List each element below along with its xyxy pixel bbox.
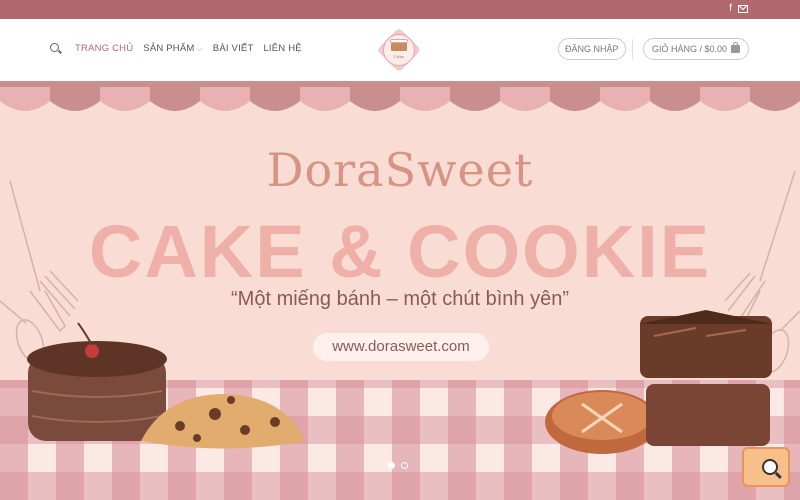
envelope-icon[interactable] xyxy=(738,5,748,13)
brownie-stack-illustration xyxy=(640,310,772,446)
nav-item-contact[interactable]: LIÊN HỆ xyxy=(263,43,301,54)
awning-scallop xyxy=(300,87,350,111)
awning-scallop xyxy=(350,87,400,111)
hero-url: www.dorasweet.com xyxy=(313,333,489,361)
awning-scallop xyxy=(100,87,150,111)
awning-scallop xyxy=(600,87,650,111)
search-doc-icon xyxy=(762,459,778,475)
cream-icon xyxy=(390,39,408,43)
awning-scallop xyxy=(50,87,100,111)
cart-label: GIỎ HÀNG / $0.00 xyxy=(652,44,728,54)
site-logo[interactable]: Cake xyxy=(376,27,422,73)
main-nav: TRANG CHỦ SẢN PHẨM ⌵ BÀI VIẾT LIÊN HỆ xyxy=(50,43,302,54)
awning-scallop xyxy=(750,87,800,111)
hero-banner[interactable]: DoraSweet CAKE & COOKIE “Một miếng bánh … xyxy=(0,81,800,500)
social-links: f xyxy=(729,3,748,15)
awning-scallop xyxy=(700,87,750,111)
top-bar: f xyxy=(0,0,800,19)
nav-item-posts[interactable]: BÀI VIẾT xyxy=(213,43,254,54)
search-icon[interactable] xyxy=(50,43,61,54)
awning-scallop xyxy=(150,87,200,111)
facebook-icon[interactable]: f xyxy=(729,3,732,15)
site-header: TRANG CHỦ SẢN PHẨM ⌵ BÀI VIẾT LIÊN HỆ Cak… xyxy=(0,19,800,81)
awning-scallop xyxy=(550,87,600,111)
logo-text: Cake xyxy=(393,54,405,59)
header-divider xyxy=(632,39,633,59)
chevron-down-icon: ⌵ xyxy=(196,44,203,53)
login-button[interactable]: ĐĂNG NHẬP xyxy=(558,38,626,60)
awning-decoration xyxy=(0,81,800,111)
slider-dot-1[interactable] xyxy=(388,462,395,469)
slider-dot-2[interactable] xyxy=(401,462,408,469)
hero-brand: DoraSweet xyxy=(266,143,534,197)
awning-scallop xyxy=(400,87,450,111)
cookie-illustration xyxy=(141,394,305,449)
awning-scallop xyxy=(0,87,50,111)
slider-dots xyxy=(388,462,408,469)
awning-scallop xyxy=(500,87,550,111)
shopping-bag-icon xyxy=(731,42,741,53)
hero-headline: CAKE & COOKIE xyxy=(88,210,712,293)
nav-item-products[interactable]: SẢN PHẨM ⌵ xyxy=(143,43,203,54)
awning-scallop xyxy=(200,87,250,111)
floating-search-button[interactable] xyxy=(742,447,790,487)
awning-scallop xyxy=(250,87,300,111)
awning-scallop xyxy=(450,87,500,111)
nav-item-products-label: SẢN PHẨM xyxy=(143,43,195,54)
awning-scallop xyxy=(650,87,700,111)
nav-item-home[interactable]: TRANG CHỦ xyxy=(75,43,133,54)
cart-button[interactable]: GIỎ HÀNG / $0.00 xyxy=(643,38,750,60)
